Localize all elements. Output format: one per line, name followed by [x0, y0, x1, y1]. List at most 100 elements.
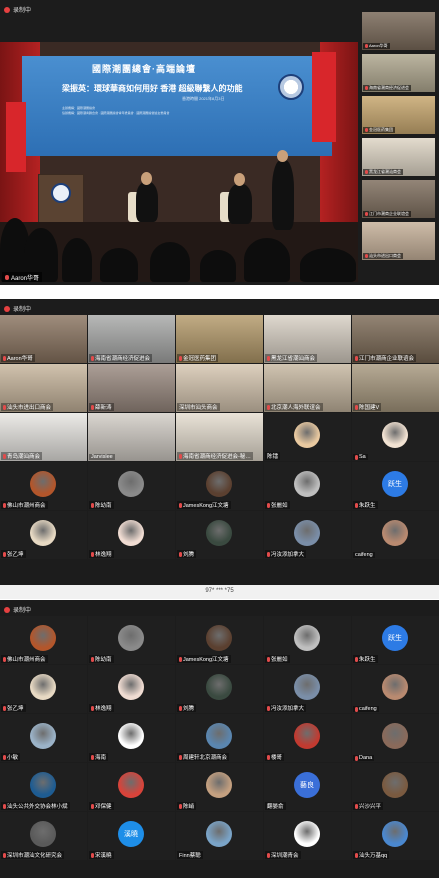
- participant-tile[interactable]: caifeng: [352, 665, 439, 713]
- participant-tile[interactable]: 冯汝添加拿大: [264, 511, 351, 559]
- gallery-grid: Aaron华哥 海南省潮商经济促进会 金冠医药集团 黑龙江省潮汕商会 江门市潮商企业联谊…: [0, 315, 439, 559]
- tile-caption: 邓保健: [89, 802, 114, 810]
- tile-caption: 佛山市潮州商会: [1, 655, 48, 663]
- mic-muted-icon: [267, 656, 270, 662]
- participant-tile[interactable]: 海南省潮商经济促进会: [88, 315, 175, 363]
- participant-thumbnail-strip[interactable]: Aaron华哥海南省潮商经济促进会金冠医药集团 黑龙江省潮汕商会江门市潮商企业联谊…: [362, 12, 435, 264]
- participant-name: 海南省潮商经济促进会: [369, 85, 409, 90]
- tile-caption: 江门市潮商企业联谊会: [353, 354, 417, 362]
- tile-caption: 海南省潮商经济促进会: [89, 354, 153, 362]
- participant-tile[interactable]: Aaron华哥: [0, 315, 87, 363]
- avatar: [294, 471, 320, 497]
- avatar: [30, 821, 56, 847]
- participant-tile[interactable]: 汕头市进出口商会: [0, 364, 87, 412]
- participant-tile[interactable]: 陈幼南: [88, 616, 175, 664]
- participant-tile[interactable]: 刘腾: [176, 511, 263, 559]
- participant-tile[interactable]: 陈镭: [264, 413, 351, 461]
- recording-indicator[interactable]: 录制中: [4, 5, 31, 14]
- banner-organizer-line: 協辦機構：國際潮青聯合會 · 國際潮團總會青年委員會 · 國際潮團總會婦女委員會: [62, 111, 170, 115]
- participant-tile[interactable]: 跃生 朱跃生: [352, 462, 439, 510]
- participant-tile[interactable]: 陈国建V: [352, 364, 439, 412]
- participant-tile[interactable]: 薛新涛: [88, 364, 175, 412]
- participant-tile[interactable]: 佛山市潮州商会: [0, 462, 87, 510]
- participant-tile[interactable]: 小敏: [0, 714, 87, 762]
- participant-tile[interactable]: 林逸翔: [88, 665, 175, 713]
- participant-tile[interactable]: Jarvislee: [88, 413, 175, 461]
- participant-tile[interactable]: 藝良翻晏俞: [264, 763, 351, 811]
- participant-thumbnail[interactable]: 黑龙江省潮汕商会: [362, 138, 435, 176]
- participant-tile[interactable]: 兴沙兴平: [352, 763, 439, 811]
- participant-tile[interactable]: 张乙坤: [0, 665, 87, 713]
- participant-tile[interactable]: 刘腾: [176, 665, 263, 713]
- participant-tile[interactable]: Sa: [352, 413, 439, 461]
- participant-tile[interactable]: 江门市潮商企业联谊会: [352, 315, 439, 363]
- participant-tile[interactable]: 张乙坤: [0, 511, 87, 559]
- participant-tile[interactable]: 汕头万基qq: [352, 812, 439, 860]
- avatar-initials: 藝良: [294, 772, 320, 798]
- tile-caption: 林逸翔: [89, 550, 114, 558]
- participant-tile[interactable]: 邓保健: [88, 763, 175, 811]
- participant-tile[interactable]: 张麗如: [264, 616, 351, 664]
- participant-tile[interactable]: 陈峭: [176, 763, 263, 811]
- participant-tile[interactable]: JamesKong江文塘: [176, 462, 263, 510]
- participant-thumbnail[interactable]: 汕头市进出口商会: [362, 222, 435, 260]
- participant-tile[interactable]: 北京潮人海外联谊会: [264, 364, 351, 412]
- participant-thumbnail[interactable]: 金冠医药集团: [362, 96, 435, 134]
- participant-tile[interactable]: 陈幼南: [88, 462, 175, 510]
- mic-muted-icon: [267, 754, 270, 760]
- participant-thumbnail[interactable]: 江门市潮商企业联谊会: [362, 180, 435, 218]
- recording-indicator[interactable]: 录制中: [4, 605, 31, 614]
- participant-name: 深圳潮青会: [271, 853, 299, 859]
- participant-tile[interactable]: 深圳市汕头商会: [176, 364, 263, 412]
- tile-caption: JamesKong江文塘: [177, 655, 231, 663]
- participant-name: 海南省潮商经济促进会: [95, 356, 151, 362]
- participant-tile[interactable]: 青岛潮汕商会: [0, 413, 87, 461]
- seated-guest: [228, 184, 252, 224]
- mic-muted-icon: [267, 852, 270, 858]
- participant-tile[interactable]: 冯汝添加拿大: [264, 665, 351, 713]
- participant-name: 江门市潮商企业联谊会: [369, 211, 409, 216]
- mic-muted-icon: [91, 355, 94, 361]
- tile-caption: 海南省潮商经济促进会-秘…: [177, 452, 253, 460]
- participant-tile[interactable]: 佛山市潮州商会: [0, 616, 87, 664]
- mic-muted-icon: [91, 404, 94, 410]
- participant-name: 小敏: [7, 755, 19, 761]
- participant-tile[interactable]: 深圳市潮汕文化研究会: [0, 812, 87, 860]
- participant-thumbnail[interactable]: 海南省潮商经济促进会: [362, 54, 435, 92]
- participant-tile[interactable]: 张麗如: [264, 462, 351, 510]
- participant-tile[interactable]: 周建轩北京潮商会: [176, 714, 263, 762]
- participant-name: JamesKong江文塘: [183, 657, 229, 663]
- participant-tile[interactable]: 金冠医药集团: [176, 315, 263, 363]
- mic-muted-icon: [355, 852, 358, 858]
- participant-tile[interactable]: 汕头公共外交协会林小斌: [0, 763, 87, 811]
- standing-host: [272, 160, 294, 230]
- participant-tile[interactable]: Dana: [352, 714, 439, 762]
- participant-name: Finn蔡聪: [179, 853, 201, 859]
- participant-tile[interactable]: JamesKong江文塘: [176, 616, 263, 664]
- recording-indicator[interactable]: 录制中: [4, 304, 31, 313]
- participant-name: 北京潮人海外联谊会: [271, 405, 321, 411]
- participant-name: Aaron华哥: [7, 356, 33, 362]
- participant-tile[interactable]: 黑龙江省潮汕商会: [264, 315, 351, 363]
- participant-tile[interactable]: 跃生 朱跃生: [352, 616, 439, 664]
- tile-caption: 张麗如: [265, 655, 290, 663]
- participant-name: 张乙坤: [7, 552, 24, 558]
- main-speaker-video[interactable]: 國際潮團總會·高端論壇 梁振英：環球華商如何用好 香港 超級聯繫人的功能 香港時…: [0, 42, 358, 282]
- tile-caption: 朱跃生: [353, 501, 378, 509]
- participant-tile[interactable]: 深圳潮青会: [264, 812, 351, 860]
- avatar: [118, 674, 144, 700]
- participant-tile[interactable]: Finn蔡聪: [176, 812, 263, 860]
- participant-tile[interactable]: caifeng: [352, 511, 439, 559]
- meeting-window-speaker-view: 录制中 國際潮團總會·高端論壇 梁振英：環球華商如何用好 香港 超級聯繫人的功能…: [0, 0, 439, 285]
- participant-name: 周建轩北京潮商会: [183, 755, 228, 761]
- participant-thumbnail[interactable]: Aaron华哥: [362, 12, 435, 50]
- mic-muted-icon: [3, 705, 6, 711]
- participant-tile[interactable]: 海南: [88, 714, 175, 762]
- participant-tile[interactable]: 林逸翔: [88, 511, 175, 559]
- participant-tile[interactable]: 海南省潮商经济促进会-秘…: [176, 413, 263, 461]
- participant-name: 青岛潮汕商会: [7, 454, 41, 460]
- tile-caption: Aaron华哥: [1, 354, 35, 362]
- participant-tile[interactable]: 溪曉 宋溪曉: [88, 812, 175, 860]
- participant-name: 翻晏俞: [267, 804, 284, 810]
- participant-tile[interactable]: 楼哥: [264, 714, 351, 762]
